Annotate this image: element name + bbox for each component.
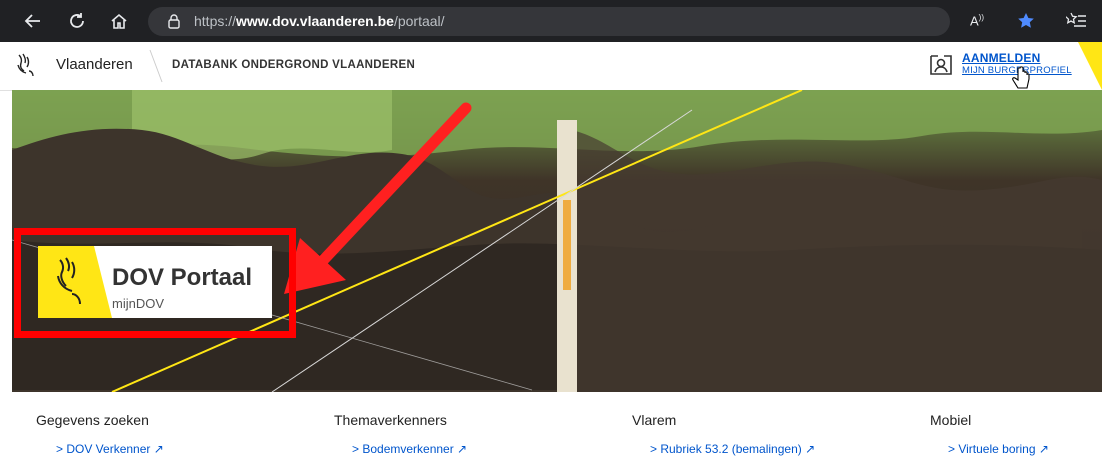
- favorites-list-icon[interactable]: [1065, 10, 1088, 37]
- vlaanderen-lion-icon[interactable]: [10, 51, 38, 79]
- lock-icon[interactable]: [166, 13, 182, 29]
- highlight-arrow: [284, 102, 472, 294]
- databank-title[interactable]: DATABANK ONDERGROND VLAANDEREN: [172, 59, 415, 71]
- column-link[interactable]: > DOV Verkenner ↗: [56, 442, 164, 456]
- back-icon[interactable]: [20, 8, 46, 34]
- column-link[interactable]: > Rubriek 53.2 (bemalingen) ↗: [650, 442, 815, 456]
- highlight-box: [14, 228, 296, 338]
- url-path: /portaal/: [393, 13, 445, 29]
- column-link[interactable]: > Virtuele boring ↗: [948, 442, 1049, 456]
- login-link[interactable]: AANMELDEN: [962, 51, 1072, 65]
- brand-name[interactable]: Vlaanderen: [56, 56, 133, 73]
- column-title: Vlarem: [632, 412, 677, 428]
- cursor-hand-icon: [1012, 66, 1030, 89]
- site-header: Vlaanderen DATABANK ONDERGROND VLAANDERE…: [0, 42, 1102, 91]
- url-prefix: https://: [194, 13, 237, 29]
- read-aloud-icon[interactable]: A)): [970, 13, 984, 28]
- url-host: www.dov.vlaanderen.be: [236, 13, 394, 29]
- login-icon[interactable]: [928, 52, 954, 78]
- column-link[interactable]: > Bodemverkenner ↗: [352, 442, 467, 456]
- header-yellow-accent: [1078, 42, 1102, 90]
- favorite-star-icon[interactable]: [1016, 11, 1036, 36]
- reload-icon[interactable]: [64, 8, 90, 34]
- browser-toolbar: https://www.dov.vlaanderen.be/portaal/ A…: [0, 0, 1102, 42]
- home-icon[interactable]: [106, 8, 132, 34]
- header-divider: [149, 49, 163, 83]
- column-title: Themaverkenners: [334, 412, 447, 428]
- footer-links: Gegevens zoeken > DOV Verkenner ↗ Themav…: [0, 392, 1102, 460]
- column-title: Gegevens zoeken: [36, 412, 149, 428]
- url-text: https://www.dov.vlaanderen.be/portaal/: [194, 13, 445, 29]
- address-bar[interactable]: https://www.dov.vlaanderen.be/portaal/ A…: [148, 7, 1034, 36]
- column-title: Mobiel: [930, 412, 972, 428]
